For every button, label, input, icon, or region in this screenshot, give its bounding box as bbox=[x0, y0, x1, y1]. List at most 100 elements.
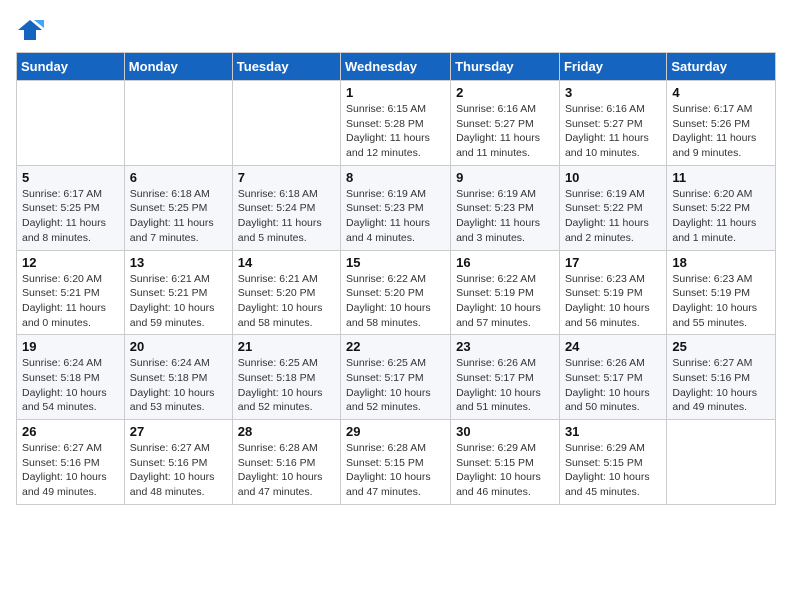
day-info: Sunrise: 6:26 AMSunset: 5:17 PMDaylight:… bbox=[456, 356, 554, 415]
day-cell: 30 Sunrise: 6:29 AMSunset: 5:15 PMDayligh… bbox=[451, 420, 560, 505]
day-info: Sunrise: 6:15 AMSunset: 5:28 PMDaylight:… bbox=[346, 102, 445, 161]
day-cell: 19Sunrise: 6:24 AMSunset: 5:18 PMDayligh… bbox=[17, 335, 125, 420]
day-cell: 29 Sunrise: 6:28 AMSunset: 5:15 PMDayligh… bbox=[341, 420, 451, 505]
day-cell: 1 Sunrise: 6:15 AMSunset: 5:28 PMDaylight… bbox=[341, 81, 451, 166]
day-cell: 31 Sunrise: 6:29 AMSunset: 5:15 PMDayligh… bbox=[559, 420, 666, 505]
day-info: Sunrise: 6:27 AMSunset: 5:16 PMDaylight:… bbox=[130, 441, 227, 500]
day-info: Sunrise: 6:22 AMSunset: 5:20 PMDaylight:… bbox=[346, 272, 445, 331]
header-friday: Friday bbox=[559, 53, 666, 81]
day-cell: 14Sunrise: 6:21 AMSunset: 5:20 PMDayligh… bbox=[232, 250, 340, 335]
day-info: Sunrise: 6:17 AMSunset: 5:26 PMDaylight:… bbox=[672, 102, 770, 161]
day-info: Sunrise: 6:27 AMSunset: 5:16 PMDaylight:… bbox=[22, 441, 119, 500]
day-cell: 7 Sunrise: 6:18 AMSunset: 5:24 PMDaylight… bbox=[232, 165, 340, 250]
day-number: 14 bbox=[238, 255, 335, 270]
day-cell bbox=[124, 81, 232, 166]
header-saturday: Saturday bbox=[667, 53, 776, 81]
day-cell: 27Sunrise: 6:27 AMSunset: 5:16 PMDayligh… bbox=[124, 420, 232, 505]
day-number: 16 bbox=[456, 255, 554, 270]
day-cell: 28 Sunrise: 6:28 AMSunset: 5:16 PMDayligh… bbox=[232, 420, 340, 505]
day-info: Sunrise: 6:18 AMSunset: 5:24 PMDaylight:… bbox=[238, 187, 335, 246]
calendar-table: SundayMondayTuesdayWednesdayThursdayFrid… bbox=[16, 52, 776, 505]
day-number: 5 bbox=[22, 170, 119, 185]
calendar-body: 1 Sunrise: 6:15 AMSunset: 5:28 PMDaylight… bbox=[17, 81, 776, 505]
day-info: Sunrise: 6:19 AMSunset: 5:22 PMDaylight:… bbox=[565, 187, 661, 246]
day-number: 4 bbox=[672, 85, 770, 100]
day-cell: 20Sunrise: 6:24 AMSunset: 5:18 PMDayligh… bbox=[124, 335, 232, 420]
day-number: 19 bbox=[22, 339, 119, 354]
day-number: 24 bbox=[565, 339, 661, 354]
day-cell: 4 Sunrise: 6:17 AMSunset: 5:26 PMDaylight… bbox=[667, 81, 776, 166]
day-info: Sunrise: 6:18 AMSunset: 5:25 PMDaylight:… bbox=[130, 187, 227, 246]
day-cell: 13 Sunrise: 6:21 AMSunset: 5:21 PMDayligh… bbox=[124, 250, 232, 335]
day-cell: 18 Sunrise: 6:23 AMSunset: 5:19 PMDayligh… bbox=[667, 250, 776, 335]
day-cell: 5 Sunrise: 6:17 AMSunset: 5:25 PMDaylight… bbox=[17, 165, 125, 250]
day-number: 21 bbox=[238, 339, 335, 354]
day-number: 3 bbox=[565, 85, 661, 100]
day-number: 25 bbox=[672, 339, 770, 354]
day-cell: 22Sunrise: 6:25 AMSunset: 5:17 PMDayligh… bbox=[341, 335, 451, 420]
day-number: 6 bbox=[130, 170, 227, 185]
day-info: Sunrise: 6:25 AMSunset: 5:17 PMDaylight:… bbox=[346, 356, 445, 415]
week-row-2: 5 Sunrise: 6:17 AMSunset: 5:25 PMDaylight… bbox=[17, 165, 776, 250]
day-number: 11 bbox=[672, 170, 770, 185]
day-cell: 2 Sunrise: 6:16 AMSunset: 5:27 PMDaylight… bbox=[451, 81, 560, 166]
day-number: 20 bbox=[130, 339, 227, 354]
day-cell: 17 Sunrise: 6:23 AMSunset: 5:19 PMDayligh… bbox=[559, 250, 666, 335]
day-number: 15 bbox=[346, 255, 445, 270]
header-row: SundayMondayTuesdayWednesdayThursdayFrid… bbox=[17, 53, 776, 81]
day-info: Sunrise: 6:29 AMSunset: 5:15 PMDaylight:… bbox=[456, 441, 554, 500]
day-info: Sunrise: 6:29 AMSunset: 5:15 PMDaylight:… bbox=[565, 441, 661, 500]
logo-icon bbox=[16, 16, 44, 44]
day-number: 31 bbox=[565, 424, 661, 439]
header-thursday: Thursday bbox=[451, 53, 560, 81]
day-cell: 24 Sunrise: 6:26 AMSunset: 5:17 PMDayligh… bbox=[559, 335, 666, 420]
day-info: Sunrise: 6:20 AMSunset: 5:21 PMDaylight:… bbox=[22, 272, 119, 331]
day-info: Sunrise: 6:23 AMSunset: 5:19 PMDaylight:… bbox=[565, 272, 661, 331]
day-cell: 8Sunrise: 6:19 AMSunset: 5:23 PMDaylight… bbox=[341, 165, 451, 250]
day-info: Sunrise: 6:19 AMSunset: 5:23 PMDaylight:… bbox=[346, 187, 445, 246]
day-info: Sunrise: 6:17 AMSunset: 5:25 PMDaylight:… bbox=[22, 187, 119, 246]
day-info: Sunrise: 6:26 AMSunset: 5:17 PMDaylight:… bbox=[565, 356, 661, 415]
calendar-header: SundayMondayTuesdayWednesdayThursdayFrid… bbox=[17, 53, 776, 81]
day-cell: 10Sunrise: 6:19 AMSunset: 5:22 PMDayligh… bbox=[559, 165, 666, 250]
day-cell: 21 Sunrise: 6:25 AMSunset: 5:18 PMDayligh… bbox=[232, 335, 340, 420]
header-monday: Monday bbox=[124, 53, 232, 81]
day-number: 29 bbox=[346, 424, 445, 439]
day-cell: 9Sunrise: 6:19 AMSunset: 5:23 PMDaylight… bbox=[451, 165, 560, 250]
header-sunday: Sunday bbox=[17, 53, 125, 81]
week-row-1: 1 Sunrise: 6:15 AMSunset: 5:28 PMDaylight… bbox=[17, 81, 776, 166]
day-number: 28 bbox=[238, 424, 335, 439]
day-info: Sunrise: 6:16 AMSunset: 5:27 PMDaylight:… bbox=[456, 102, 554, 161]
day-info: Sunrise: 6:28 AMSunset: 5:16 PMDaylight:… bbox=[238, 441, 335, 500]
day-info: Sunrise: 6:28 AMSunset: 5:15 PMDaylight:… bbox=[346, 441, 445, 500]
day-info: Sunrise: 6:25 AMSunset: 5:18 PMDaylight:… bbox=[238, 356, 335, 415]
day-number: 12 bbox=[22, 255, 119, 270]
day-cell: 23 Sunrise: 6:26 AMSunset: 5:17 PMDayligh… bbox=[451, 335, 560, 420]
day-number: 18 bbox=[672, 255, 770, 270]
week-row-5: 26 Sunrise: 6:27 AMSunset: 5:16 PMDayligh… bbox=[17, 420, 776, 505]
logo bbox=[16, 16, 48, 44]
day-number: 7 bbox=[238, 170, 335, 185]
day-number: 13 bbox=[130, 255, 227, 270]
day-cell: 16 Sunrise: 6:22 AMSunset: 5:19 PMDayligh… bbox=[451, 250, 560, 335]
day-cell bbox=[667, 420, 776, 505]
day-cell bbox=[17, 81, 125, 166]
day-cell: 26 Sunrise: 6:27 AMSunset: 5:16 PMDayligh… bbox=[17, 420, 125, 505]
page-header bbox=[16, 16, 776, 44]
day-info: Sunrise: 6:21 AMSunset: 5:21 PMDaylight:… bbox=[130, 272, 227, 331]
day-number: 30 bbox=[456, 424, 554, 439]
day-cell: 3Sunrise: 6:16 AMSunset: 5:27 PMDaylight… bbox=[559, 81, 666, 166]
day-cell: 12 Sunrise: 6:20 AMSunset: 5:21 PMDayligh… bbox=[17, 250, 125, 335]
day-info: Sunrise: 6:23 AMSunset: 5:19 PMDaylight:… bbox=[672, 272, 770, 331]
day-number: 26 bbox=[22, 424, 119, 439]
day-cell bbox=[232, 81, 340, 166]
day-number: 17 bbox=[565, 255, 661, 270]
day-number: 23 bbox=[456, 339, 554, 354]
day-number: 1 bbox=[346, 85, 445, 100]
day-number: 2 bbox=[456, 85, 554, 100]
day-number: 9 bbox=[456, 170, 554, 185]
day-cell: 6 Sunrise: 6:18 AMSunset: 5:25 PMDaylight… bbox=[124, 165, 232, 250]
day-cell: 15 Sunrise: 6:22 AMSunset: 5:20 PMDayligh… bbox=[341, 250, 451, 335]
week-row-3: 12 Sunrise: 6:20 AMSunset: 5:21 PMDayligh… bbox=[17, 250, 776, 335]
day-info: Sunrise: 6:22 AMSunset: 5:19 PMDaylight:… bbox=[456, 272, 554, 331]
